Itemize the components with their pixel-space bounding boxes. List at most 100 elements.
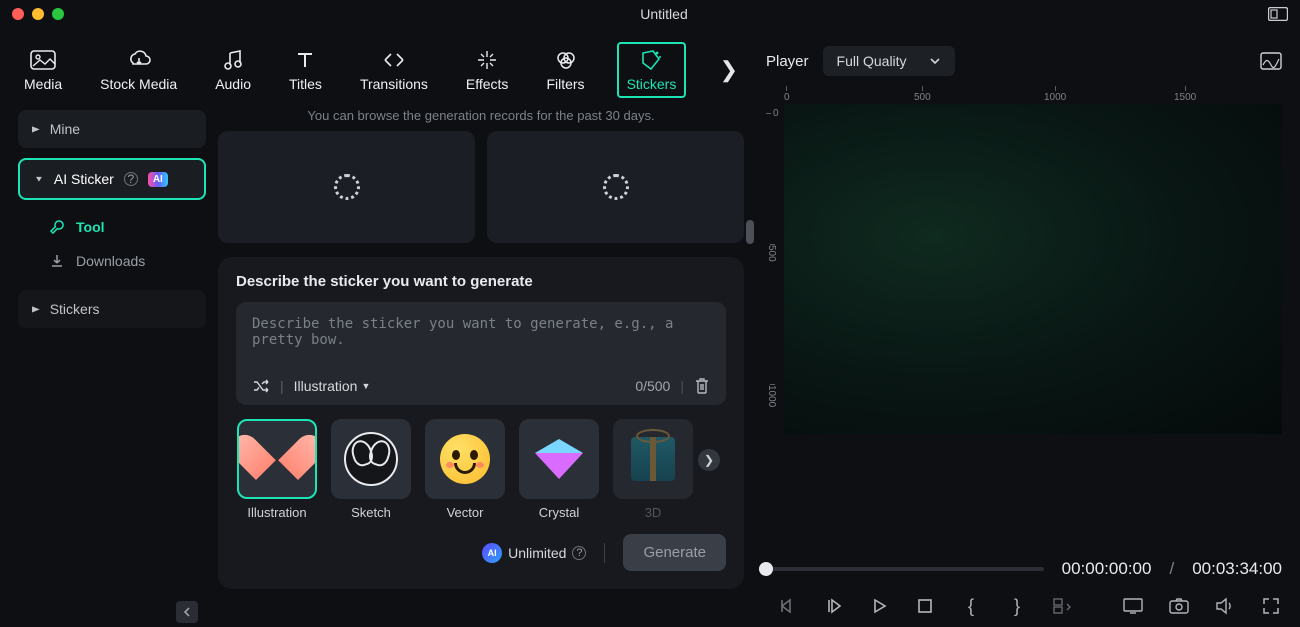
seek-slider[interactable] [766, 567, 1044, 571]
style-row: Illustration Sketch Vector Crystal [236, 419, 726, 520]
scrollbar-thumb[interactable] [746, 220, 754, 244]
prompt-input[interactable] [252, 316, 710, 356]
tab-label: Titles [289, 76, 322, 92]
fullscreen-icon[interactable] [1260, 595, 1282, 617]
quality-dropdown[interactable]: Full Quality [823, 46, 955, 76]
prev-frame-icon[interactable] [776, 595, 798, 617]
generate-panel: Describe the sticker you want to generat… [218, 257, 744, 589]
panel-heading: Describe the sticker you want to generat… [236, 273, 726, 290]
tab-transitions[interactable]: Transitions [354, 44, 434, 96]
canvas-wrap: 0 500 1000 [766, 104, 1282, 559]
quality-label: Full Quality [837, 53, 907, 69]
ai-badge: AI [148, 172, 168, 187]
style-label: 3D [645, 505, 662, 520]
sidebar: ▶ Mine ▼ AI Sticker ? AI Tool [18, 110, 218, 617]
tab-stickers[interactable]: Stickers [617, 42, 687, 98]
dog-sketch-icon [344, 432, 398, 486]
window-close[interactable] [12, 8, 24, 20]
more-tabs-chevron-icon[interactable]: ❯ [720, 57, 738, 83]
divider [604, 543, 605, 563]
tab-media[interactable]: Media [18, 44, 68, 96]
tab-label: Stickers [627, 76, 677, 92]
next-styles-chevron-icon[interactable]: ❯ [698, 449, 720, 471]
player-label: Player [766, 53, 809, 70]
unlimited-indicator: AI Unlimited ? [482, 543, 586, 563]
style-option-vector[interactable]: Vector [424, 419, 506, 520]
tab-label: Effects [466, 76, 509, 92]
chevron-down-icon: ▼ [34, 175, 44, 184]
content-area: You can browse the generation records fo… [218, 110, 752, 617]
ai-chip-icon: AI [482, 543, 502, 563]
filters-icon [552, 48, 580, 72]
cloud-download-icon [125, 48, 153, 72]
sidebar-item-mine[interactable]: ▶ Mine [18, 110, 206, 148]
ruler-tick: 0 [766, 108, 779, 119]
screen-layout-icon[interactable] [1268, 7, 1288, 21]
style-dropdown[interactable]: Illustration ▼ [294, 378, 371, 394]
preview-canvas[interactable] [784, 104, 1282, 434]
mark-in-icon[interactable]: { [960, 595, 982, 617]
generate-button[interactable]: Generate [623, 534, 726, 571]
diamond-icon [535, 439, 583, 479]
time-total: 00:03:34:00 [1192, 559, 1282, 579]
style-label: Illustration [247, 505, 306, 520]
sidebar-item-stickers[interactable]: ▶ Stickers [18, 290, 206, 328]
char-counter: 0/500 [635, 378, 670, 394]
style-option-illustration[interactable]: Illustration [236, 419, 318, 520]
sidebar-item-ai-sticker[interactable]: ▼ AI Sticker ? AI [18, 158, 206, 200]
tab-titles[interactable]: Titles [283, 44, 328, 96]
loading-spinner-icon [334, 174, 360, 200]
seek-thumb[interactable] [759, 562, 773, 576]
step-back-icon[interactable] [822, 595, 844, 617]
display-icon[interactable] [1122, 595, 1144, 617]
time-separator: / [1169, 559, 1174, 579]
ruler-tick: 1000 [766, 384, 777, 407]
window-minimize[interactable] [32, 8, 44, 20]
style-option-crystal[interactable]: Crystal [518, 419, 600, 520]
ruler-horizontal: 0 500 1000 1500 [766, 86, 1282, 104]
sidebar-sub-tool[interactable]: Tool [38, 210, 206, 244]
ruler-tick: 500 [914, 86, 931, 103]
style-label: Vector [447, 505, 484, 520]
help-icon[interactable]: ? [572, 546, 586, 560]
record-card[interactable] [218, 131, 475, 243]
loading-spinner-icon [603, 174, 629, 200]
volume-icon[interactable] [1214, 595, 1236, 617]
style-label: Sketch [351, 505, 391, 520]
transitions-icon [380, 48, 408, 72]
heart-icon [252, 436, 302, 482]
window-zoom[interactable] [52, 8, 64, 20]
sidebar-item-label: Stickers [50, 301, 100, 317]
gift-icon [631, 437, 675, 481]
transport: 00:00:00:00 / 00:03:34:00 { } [766, 559, 1282, 617]
ruler-tick: 500 [766, 244, 777, 262]
titlebar: Untitled [0, 0, 1300, 28]
style-option-3d[interactable]: 3D [612, 419, 694, 520]
stop-icon[interactable] [914, 595, 936, 617]
tab-label: Filters [546, 76, 584, 92]
help-icon[interactable]: ? [124, 172, 138, 186]
layout-options-icon[interactable] [1052, 595, 1074, 617]
tab-label: Stock Media [100, 76, 177, 92]
sidebar-sub-downloads[interactable]: Downloads [38, 244, 206, 278]
scope-icon[interactable] [1260, 52, 1282, 70]
trash-icon[interactable] [694, 377, 710, 395]
chevron-down-icon [929, 57, 941, 65]
chevron-right-icon: ▶ [32, 125, 40, 134]
play-icon[interactable] [868, 595, 890, 617]
style-option-sketch[interactable]: Sketch [330, 419, 412, 520]
tab-effects[interactable]: Effects [460, 44, 515, 96]
collapse-sidebar-button[interactable] [176, 601, 198, 623]
record-card[interactable] [487, 131, 744, 243]
unlimited-label: Unlimited [508, 545, 566, 561]
tab-stock-media[interactable]: Stock Media [94, 44, 183, 96]
media-icon [29, 48, 57, 72]
music-note-icon [219, 48, 247, 72]
shuffle-icon[interactable] [252, 377, 270, 395]
tab-audio[interactable]: Audio [209, 44, 257, 96]
window-title: Untitled [64, 6, 1264, 22]
tab-filters[interactable]: Filters [540, 44, 590, 96]
mark-out-icon[interactable]: } [1006, 595, 1028, 617]
smiley-icon [440, 434, 490, 484]
snapshot-icon[interactable] [1168, 595, 1190, 617]
